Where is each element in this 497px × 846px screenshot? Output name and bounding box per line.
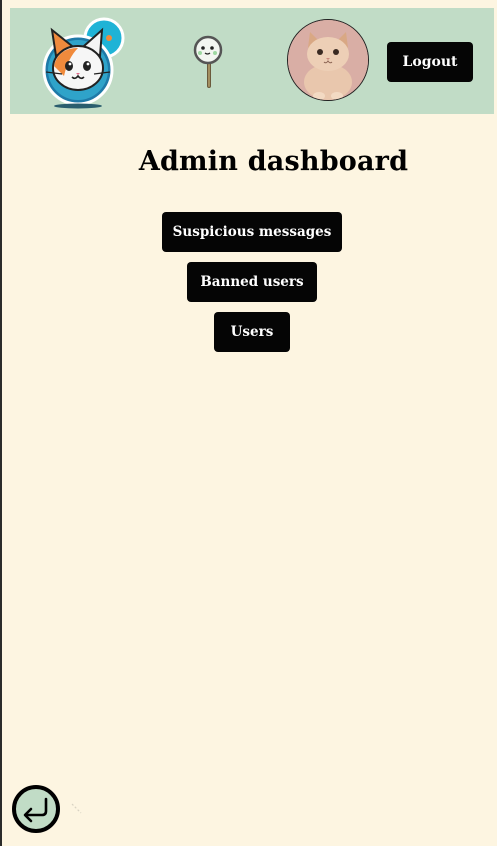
decorative-mark [70,800,84,814]
page-title: Admin dashboard [138,146,409,177]
return-arrow-icon [23,797,48,823]
back-button[interactable] [12,785,60,833]
banned-users-button[interactable]: Banned users [187,262,317,302]
magnifier-icon[interactable] [188,34,228,90]
users-button[interactable]: Users [214,312,290,352]
logout-button[interactable]: Logout [387,42,473,82]
suspicious-messages-button[interactable]: Suspicious messages [162,212,342,252]
top-header: Logout [10,8,494,114]
cat-chat-logo-icon[interactable] [38,16,132,110]
cat-avatar-icon[interactable] [287,19,369,101]
window-left-edge [0,0,2,846]
